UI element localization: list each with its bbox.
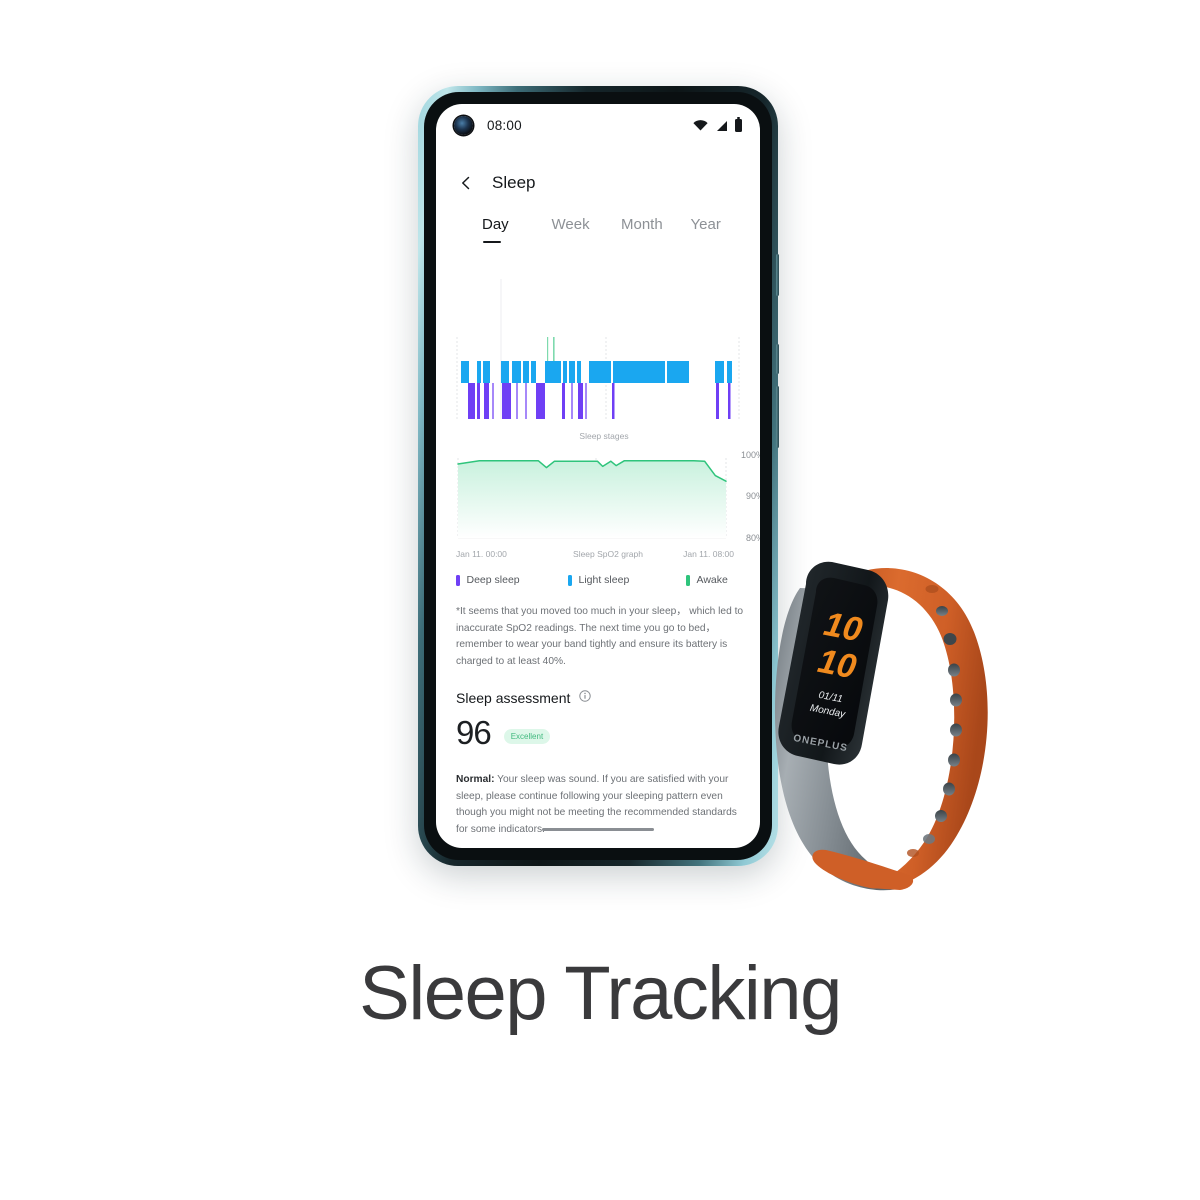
sleep-spo2-chart: 100% 90% 80% Jan 11. 00:00 Sleep SpO2 gr… [454,450,760,564]
status-badge: Excellent [503,729,551,744]
sleep-score-row: 96 Excellent [456,714,551,751]
tab-year[interactable]: Year [691,216,761,243]
spo2-y-label-80: 80% [745,533,760,543]
battery-icon [735,116,742,132]
sleep-stage-segment-deep [716,383,719,419]
sleep-stage-segment-light [531,361,536,383]
fitness-band-svg: 10 10 01/11 Monday ONEPLUS [774,561,988,891]
tab-month[interactable]: Month [621,216,691,243]
sleep-stage-segment-deep [562,383,565,419]
legend-item-light-sleep: Light sleep [568,574,686,586]
sleep-stage-segment-light [727,361,732,383]
sleep-stage-segment-light [715,361,724,383]
poster-caption: Sleep Tracking [359,951,842,1036]
sleep-stage-legend: Deep sleep Light sleep Awake [456,574,756,586]
sleep-stage-segment-light [501,361,509,383]
phone-bezel: 08:00 Sleep Day Week Month Year Sleep st… [424,92,772,860]
sleep-stage-segment-deep [578,383,583,419]
sleep-stage-segment-deep [728,383,731,419]
spo2-chart-caption: Sleep SpO2 graph [573,549,643,559]
sleep-stage-segment-deep [477,383,480,419]
sleep-stage-segment-light [569,361,575,383]
period-tabs: Day Week Month Year [436,216,760,243]
sleep-stage-segment-light [589,361,611,383]
sleep-stage-segment-deep [468,383,475,419]
legend-label-deep: Deep sleep [466,574,520,586]
sleep-stage-segment-light [512,361,521,383]
sleep-stages-chart: Sleep stages [454,279,754,449]
spo2-y-label-100: 100% [740,450,760,460]
info-circle-icon[interactable] [579,689,592,707]
sleep-stage-segment-deep [502,383,511,419]
spo2-accuracy-note: *It seems that you moved too much in you… [456,606,744,667]
front-camera-icon [454,115,473,135]
sleep-stage-segment-deep [571,383,573,419]
sleep-stage-segment-deep [612,383,615,419]
screen-nav-bar: Sleep [436,166,760,200]
legend-label-light: Light sleep [578,574,630,586]
sleep-stage-segment-light [667,361,689,383]
spo2-area-path [458,460,726,538]
sleep-stage-segment-light [523,361,529,383]
sleep-stages-caption: Sleep stages [579,431,629,441]
legend-swatch-awake-icon [686,574,690,586]
legend-label-awake: Awake [696,574,728,586]
cellular-signal-icon [715,119,728,131]
phone-power-button[interactable] [776,386,779,448]
band-minute: 10 [815,642,859,687]
spo2-x-label-start: Jan 11. 00:00 [456,549,507,559]
tab-day[interactable]: Day [482,216,552,243]
phone-volume-up-button[interactable] [776,344,779,374]
legend-item-awake: Awake [686,574,728,586]
status-bar-time: 08:00 [487,117,522,133]
sleep-score-value: 96 [456,714,492,751]
sleep-stage-segment-deep [525,383,527,419]
stage-bars [461,337,732,419]
sleep-stage-segment-awake [547,337,549,361]
spo2-x-label-end: Jan 11. 08:00 [683,549,734,559]
legend-swatch-deep-icon [456,574,460,586]
sleep-stage-segment-deep [492,383,494,419]
sleep-stage-segment-light [477,361,481,383]
chevron-left-icon[interactable] [458,175,474,191]
phone-side-button-top[interactable] [776,254,779,296]
phone-screen: 08:00 Sleep Day Week Month Year Sleep st… [436,104,760,848]
sleep-stage-segment-deep [484,383,489,419]
sleep-assessment-title: Sleep assessment [456,690,571,706]
page-title: Sleep [492,173,536,192]
fitness-band-device: 10 10 01/11 Monday ONEPLUS [742,548,1018,900]
sleep-summary-body: Your sleep was sound. If you are satisfi… [456,774,737,835]
sleep-stage-segment-deep [536,383,545,419]
sleep-summary-label: Normal: [456,774,495,785]
legend-swatch-light-icon [568,574,572,586]
poster-stage: 08:00 Sleep Day Week Month Year Sleep st… [0,0,1200,1200]
sleep-assessment-header: Sleep assessment [456,689,592,707]
status-bar-icons [693,116,742,132]
home-indicator[interactable] [542,828,654,831]
sleep-spo2-svg [457,458,727,539]
wifi-icon [693,119,708,131]
sleep-stage-segment-deep [585,383,587,419]
sleep-stage-segment-deep [516,383,518,419]
tab-week[interactable]: Week [552,216,622,243]
sleep-stage-segment-light [483,361,490,383]
status-bar: 08:00 [436,104,760,146]
sleep-stage-segment-light [545,361,561,383]
spo2-y-label-90: 90% [745,491,760,501]
sleep-stages-svg [456,279,740,419]
phone-device: 08:00 Sleep Day Week Month Year Sleep st… [418,86,779,866]
sleep-stage-segment-awake [553,337,555,361]
sleep-stage-segment-light [577,361,581,383]
sleep-stage-segment-light [461,361,469,383]
sleep-stage-segment-light [613,361,665,383]
sleep-stage-segment-light [563,361,567,383]
legend-item-deep-sleep: Deep sleep [456,574,568,586]
band-case: 10 10 01/11 Monday ONEPLUS [778,561,889,765]
